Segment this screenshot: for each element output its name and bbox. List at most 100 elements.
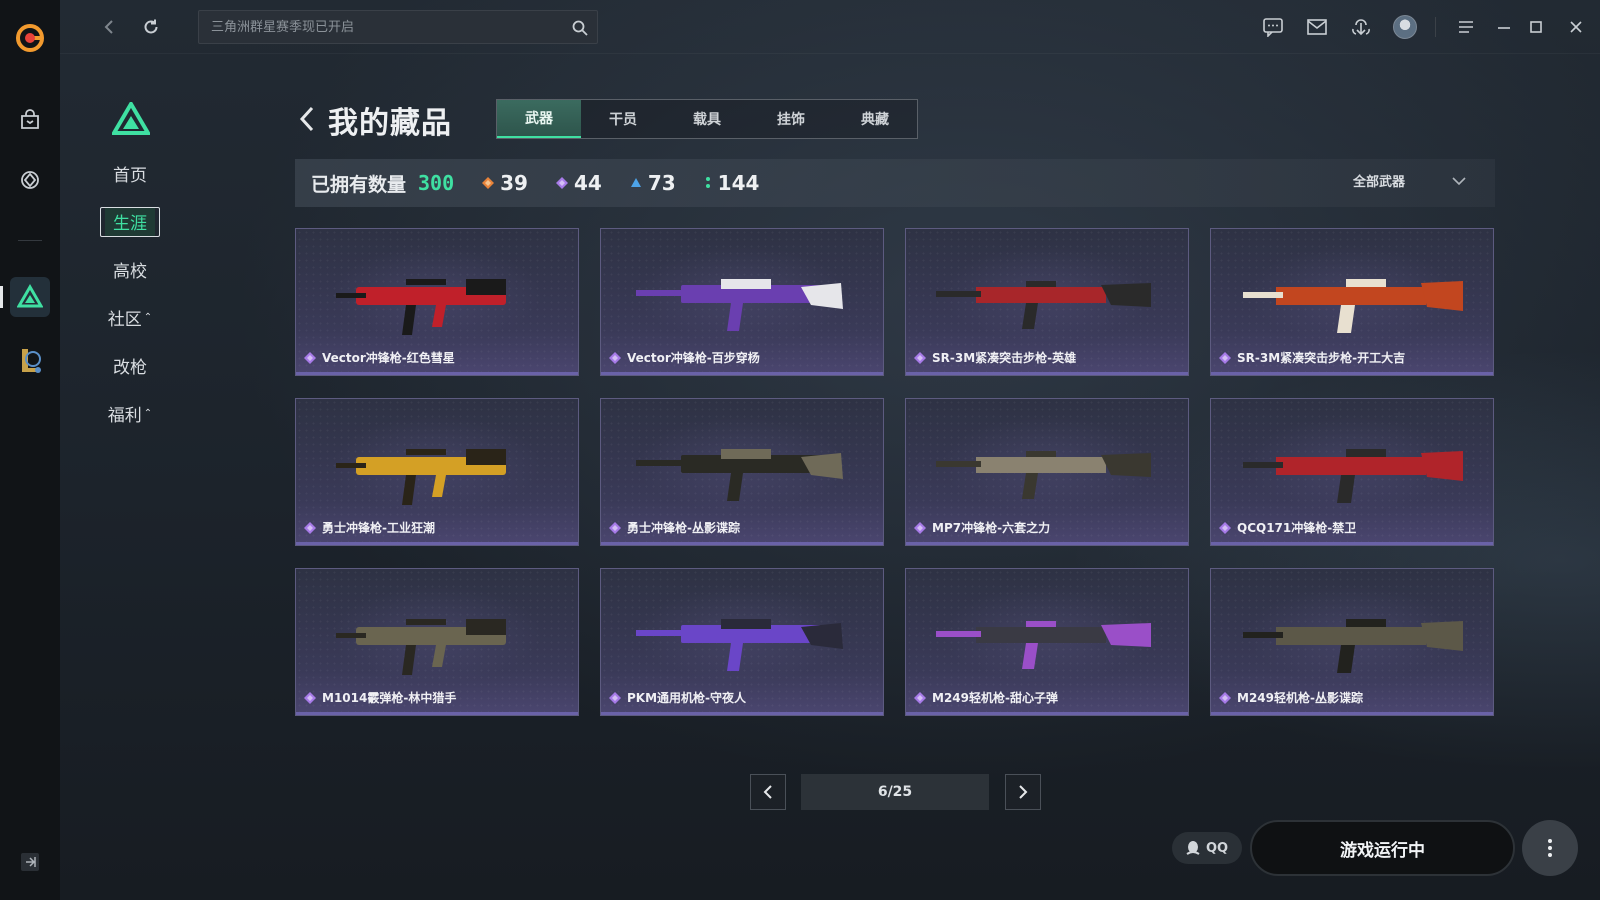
weapon-image bbox=[1243, 619, 1463, 673]
rarity-count-value: 39 bbox=[500, 171, 528, 195]
weapon-card[interactable]: Vector冲锋枪-百步穿杨 bbox=[600, 228, 884, 376]
weapon-card-title: QCQ171冲锋枪-禁卫 bbox=[1219, 519, 1356, 536]
close-icon[interactable] bbox=[1552, 0, 1600, 54]
weapon-card[interactable]: Vector冲锋枪-红色彗星 bbox=[295, 228, 579, 376]
maximize-icon[interactable] bbox=[1520, 0, 1552, 54]
mail-icon[interactable] bbox=[1295, 0, 1339, 54]
chevron-left-icon bbox=[763, 785, 772, 799]
purple-gem-icon bbox=[914, 691, 926, 704]
weapon-card-name: QCQ171冲锋枪-禁卫 bbox=[1237, 521, 1357, 535]
rarity-count-green: 144 bbox=[704, 171, 759, 195]
title-bar bbox=[60, 0, 1600, 54]
weapon-card[interactable]: M249轻机枪-丛影谍踪 bbox=[1210, 568, 1494, 716]
weapon-card[interactable]: PKM通用机枪-守夜人 bbox=[600, 568, 884, 716]
nav-item-gunsmith[interactable]: 改枪 bbox=[100, 347, 160, 383]
weapon-filter-dropdown[interactable]: 全部武器 bbox=[1353, 171, 1467, 190]
tab-charms[interactable]: 挂饰 bbox=[749, 100, 833, 138]
delta-force-game-icon[interactable] bbox=[10, 277, 50, 317]
back-arrow-icon[interactable] bbox=[296, 104, 318, 134]
qq-label: QQ bbox=[1205, 840, 1229, 856]
weapon-image bbox=[636, 449, 843, 501]
nav-item-label: 生涯 bbox=[105, 206, 155, 236]
purple-gem-icon bbox=[914, 351, 926, 364]
collection-tabs: 武器 干员 载具 挂饰 典藏 bbox=[496, 99, 918, 139]
qq-button[interactable]: QQ bbox=[1172, 832, 1242, 864]
weapon-card-name: Vector冲锋枪-百步穿杨 bbox=[627, 351, 760, 365]
filter-selected-value: 全部武器 bbox=[1352, 175, 1405, 190]
more-options-button[interactable] bbox=[1522, 820, 1578, 876]
purple-gem-icon bbox=[1219, 521, 1231, 534]
weapon-card-name: PKM通用机枪-守夜人 bbox=[627, 691, 747, 705]
weapon-grid: Vector冲锋枪-红色彗星 Vector冲锋枪-百步穿杨 SR-3M紧凑突击步… bbox=[295, 228, 1495, 716]
league-of-legends-icon[interactable] bbox=[10, 340, 50, 380]
rarity-count-purple: 44 bbox=[555, 171, 602, 195]
weapon-card[interactable]: MP7冲锋枪-六套之力 bbox=[905, 398, 1189, 546]
weapon-card[interactable]: SR-3M紧凑突击步枪-开工大吉 bbox=[1210, 228, 1494, 376]
user-avatar[interactable] bbox=[1383, 0, 1427, 54]
weapon-card-name: 勇士冲锋枪-丛影谍踪 bbox=[627, 521, 740, 535]
tab-weapons[interactable]: 武器 bbox=[497, 100, 581, 138]
rail-divider bbox=[18, 240, 42, 241]
purple-gem-icon bbox=[914, 521, 926, 534]
weapon-card[interactable]: 勇士冲锋枪-工业狂潮 bbox=[295, 398, 579, 546]
menu-icon[interactable] bbox=[1444, 0, 1488, 54]
refresh-button[interactable] bbox=[138, 14, 164, 40]
weapon-card-title: M249轻机枪-甜心子弹 bbox=[914, 689, 1058, 706]
page-indicator: 6/25 bbox=[801, 774, 989, 810]
weapon-card-title: SR-3M紧凑突击步枪-开工大吉 bbox=[1219, 349, 1405, 366]
search-icon[interactable] bbox=[571, 19, 589, 37]
owned-stats-bar: 已拥有数量 300 39 44 73 144 全部武器 bbox=[295, 159, 1495, 207]
weapon-card[interactable]: 勇士冲锋枪-丛影谍踪 bbox=[600, 398, 884, 546]
weapon-card-title: 勇士冲锋枪-工业狂潮 bbox=[304, 519, 435, 536]
more-vertical-icon bbox=[1548, 839, 1552, 857]
weapon-card[interactable]: QCQ171冲锋枪-禁卫 bbox=[1210, 398, 1494, 546]
weapon-card-name: SR-3M紧凑突击步枪-开工大吉 bbox=[1237, 351, 1406, 365]
weapon-image bbox=[936, 621, 1151, 669]
tab-vehicles[interactable]: 载具 bbox=[665, 100, 749, 138]
download-icon[interactable] bbox=[1339, 0, 1383, 54]
purple-gem-icon bbox=[304, 351, 316, 364]
weapon-card-title: SR-3M紧凑突击步枪-英雄 bbox=[914, 349, 1076, 366]
weapon-card[interactable]: M1014霰弹枪-林中猎手 bbox=[295, 568, 579, 716]
weapon-card-title: PKM通用机枪-守夜人 bbox=[609, 689, 746, 706]
nav-item-career[interactable]: 生涯 bbox=[100, 203, 160, 239]
nav-item-rewards[interactable]: 福利 ⌃ bbox=[100, 395, 160, 431]
owned-total-count: 300 bbox=[418, 171, 455, 195]
green-gem-icon bbox=[705, 177, 710, 188]
nav-item-community[interactable]: 社区 ⌃ bbox=[100, 299, 160, 335]
purple-gem-icon bbox=[1219, 691, 1231, 704]
weapon-card[interactable]: M249轻机枪-甜心子弹 bbox=[905, 568, 1189, 716]
weapon-card-name: M1014霰弹枪-林中猎手 bbox=[322, 691, 457, 705]
game-library-icon[interactable] bbox=[10, 160, 50, 200]
title-bar-separator bbox=[1435, 17, 1436, 37]
collapse-sidebar-icon[interactable] bbox=[20, 852, 40, 872]
previous-page-button[interactable] bbox=[750, 774, 786, 810]
blue-gem-icon bbox=[630, 178, 641, 187]
nav-item-home[interactable]: 首页 bbox=[100, 155, 160, 191]
rail-active-indicator bbox=[0, 286, 3, 308]
tab-operators[interactable]: 干员 bbox=[581, 100, 665, 138]
rarity-count-value: 44 bbox=[573, 171, 602, 195]
chevron-right-icon bbox=[1019, 785, 1028, 799]
minimize-icon[interactable] bbox=[1488, 0, 1520, 54]
purple-gem-icon bbox=[609, 351, 621, 364]
nav-item-campus[interactable]: 高校 bbox=[100, 251, 160, 287]
nav-back-button[interactable] bbox=[96, 14, 122, 40]
game-running-button[interactable]: 游戏运行中 bbox=[1250, 820, 1515, 876]
purple-gem-icon bbox=[304, 691, 316, 704]
weapon-image bbox=[336, 449, 506, 505]
rarity-count-blue: 73 bbox=[630, 171, 676, 195]
orange-gem-icon bbox=[482, 177, 495, 189]
weapon-image bbox=[636, 619, 843, 671]
tab-collections[interactable]: 典藏 bbox=[833, 100, 917, 138]
next-page-button[interactable] bbox=[1005, 774, 1041, 810]
store-bag-icon[interactable] bbox=[10, 100, 50, 140]
search-input[interactable] bbox=[199, 11, 597, 43]
weapon-card-title: MP7冲锋枪-六套之力 bbox=[914, 519, 1050, 536]
weapon-card-name: Vector冲锋枪-红色彗星 bbox=[322, 351, 455, 365]
owned-count-label: 已拥有数量 bbox=[311, 173, 407, 196]
chat-icon[interactable] bbox=[1251, 0, 1295, 54]
wegame-logo-icon[interactable] bbox=[14, 22, 46, 54]
weapon-card-title: M1014霰弹枪-林中猎手 bbox=[304, 689, 456, 706]
weapon-card[interactable]: SR-3M紧凑突击步枪-英雄 bbox=[905, 228, 1189, 376]
